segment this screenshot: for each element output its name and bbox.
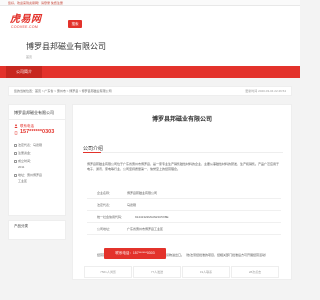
- main-company-title: 博罗县邦磁业有限公司: [151, 117, 212, 123]
- divider: [9, 119, 65, 120]
- detail-credit-code: 统一社会信用代码： 91441322MA4W4U5X8E: [97, 215, 169, 219]
- detail-company-name: 企业名称： 博罗县邦磁业有限公司: [97, 191, 158, 195]
- contact-phone-button[interactable]: 联系电话：157******0303: [104, 248, 166, 259]
- money-icon: [14, 151, 17, 155]
- divider: [87, 210, 281, 211]
- section-title-intro: 公司介绍: [83, 146, 104, 152]
- site-logo[interactable]: 虎易网 COOVEE.COM: [10, 14, 42, 30]
- location-icon: [14, 173, 17, 177]
- divider: [87, 234, 281, 235]
- search-button[interactable]: 搜索: [68, 20, 82, 28]
- stat-sends: 77人发送: [133, 266, 181, 278]
- stat-views: 7561人浏览: [84, 266, 132, 278]
- breadcrumb-bar: 您的当前位置：首页 > 广东省 > 惠州市 > 博罗县 > 博罗县邦磁业有限公司…: [8, 86, 292, 96]
- stats-row: 7561人浏览 77人发送 19人联系 28次点击: [84, 266, 280, 278]
- divider: [87, 198, 281, 199]
- update-time: 更新时间 2020-03-04 22:46:54: [245, 89, 286, 93]
- info-legal-rep: 法定代表：马德刚: [14, 143, 42, 147]
- info-founded: 成立时间：: [14, 159, 33, 163]
- nav-bar: 公司简介: [0, 66, 300, 78]
- section-accent: [83, 152, 101, 153]
- detail-address: 公司地址： 广东省惠州市博罗县工业区: [97, 227, 164, 231]
- nav-item-company-intro[interactable]: 公司简介: [6, 66, 42, 78]
- section-underline: [83, 152, 283, 153]
- user-icon: [14, 143, 17, 147]
- logo-sub-text: COOVEE.COM: [11, 25, 39, 29]
- breadcrumb[interactable]: 您的当前位置：首页 > 广东省 > 惠州市 > 博罗县 > 博罗县邦磁业有限公司: [14, 87, 112, 96]
- contact-icon: [14, 124, 18, 128]
- company-title: 博罗县邦磁业有限公司: [26, 42, 106, 51]
- calendar-icon: [14, 159, 17, 163]
- company-description: 博罗县邦磁业有限公司位于广东省惠州市博罗县，是一家专业生产销售磁性材料的企业，主…: [87, 162, 280, 171]
- phone-icon: [14, 131, 18, 135]
- logo-main-text: 虎易网: [10, 14, 42, 25]
- info-address: 地址：惠州博罗县: [14, 173, 42, 177]
- company-subtitle[interactable]: 首页: [26, 55, 32, 59]
- sidebar-company-name: 博罗县邦磁业有限公司: [14, 110, 54, 115]
- divider: [87, 222, 281, 223]
- info-capital: 注册资金：: [14, 151, 33, 155]
- sidebar-phone[interactable]: 157******0303: [20, 129, 54, 135]
- detail-legal-rep: 法定代表： 马德刚: [97, 203, 137, 207]
- product-category-card: 产品分类: [8, 220, 66, 240]
- site-header: 虎易网 COOVEE.COM 搜索: [0, 6, 300, 34]
- product-category-title: 产品分类: [14, 224, 28, 228]
- company-info-card: 博罗县邦磁业有限公司 联系电话 157******0303 法定代表：马德刚 注…: [8, 104, 66, 216]
- stat-clicks: 28次点击: [231, 266, 279, 278]
- info-founded-value: 2011: [18, 165, 25, 169]
- info-address-cont: 工业区: [18, 179, 28, 183]
- stat-contacts: 19人联系: [182, 266, 230, 278]
